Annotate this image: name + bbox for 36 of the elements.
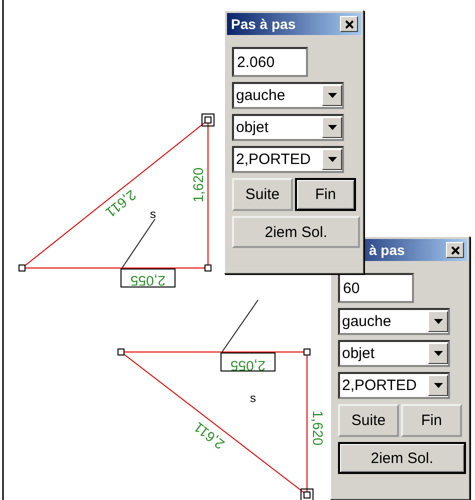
close-icon [450, 246, 460, 254]
dimension-label: 2,055 [130, 273, 166, 289]
dimension-label: 1,620 [310, 410, 326, 446]
leader-line [122, 218, 156, 268]
point-label: s [150, 207, 156, 221]
caret-icon [434, 383, 442, 388]
caret-icon [328, 93, 336, 98]
value-field[interactable]: 2.060 [232, 47, 308, 77]
dropdown[interactable]: gauche [232, 82, 344, 109]
dialog-button[interactable]: Fin [401, 404, 462, 437]
caret-icon [434, 351, 442, 356]
window-title: Pas à pas [231, 16, 296, 32]
dropdown[interactable]: 2,PORTED [338, 372, 450, 399]
leader-line [222, 300, 258, 352]
point-label: s [250, 391, 256, 405]
dimension-label: 1,620 [190, 167, 206, 203]
caret-icon [328, 125, 336, 130]
close-button[interactable] [340, 16, 358, 32]
dimension-label: 2,055 [230, 358, 266, 374]
dialog-button[interactable]: Fin [295, 178, 356, 211]
caret-icon [328, 157, 336, 162]
dialog-button[interactable]: Suite [232, 178, 293, 211]
second-solution-button[interactable]: 2iem Sol. [232, 216, 360, 248]
dropdown[interactable]: gauche [338, 308, 450, 335]
window-title: à pas [369, 242, 405, 258]
label-frame [220, 352, 276, 372]
dropdown[interactable]: objet [338, 340, 450, 367]
label-frame [120, 268, 176, 288]
value-field[interactable]: 60 [338, 273, 414, 303]
close-icon [344, 20, 354, 28]
dialog-button[interactable]: Suite [338, 404, 399, 437]
caret-icon [434, 319, 442, 324]
dropdown[interactable]: objet [232, 114, 344, 141]
dropdown[interactable]: 2,PORTED [232, 146, 344, 173]
second-solution-button[interactable]: 2iem Sol. [338, 442, 466, 474]
close-button[interactable] [446, 242, 464, 258]
